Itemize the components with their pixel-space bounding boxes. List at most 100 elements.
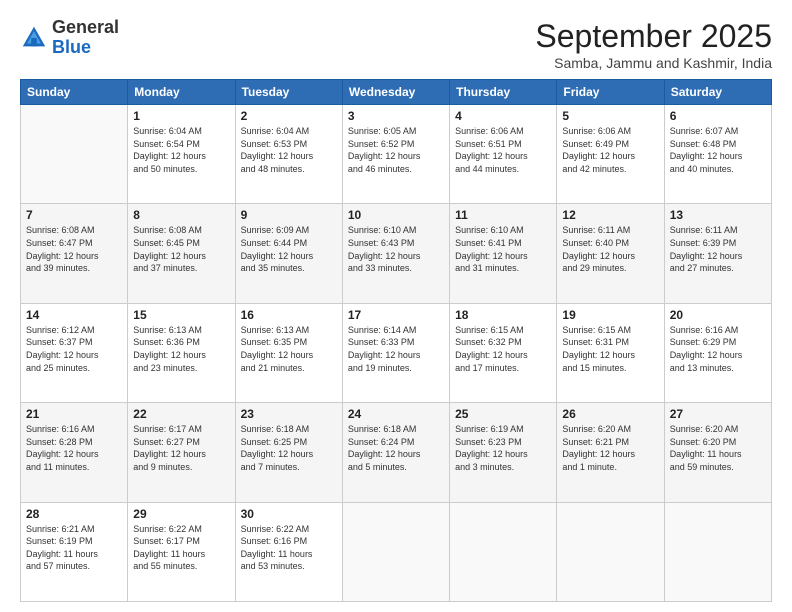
calendar-cell: 30 Sunrise: 6:22 AM Sunset: 6:16 PM Dayli… <box>235 502 342 601</box>
day-number: 23 <box>241 407 337 421</box>
day-number: 21 <box>26 407 122 421</box>
calendar-cell: 5Sunrise: 6:06 AM Sunset: 6:49 PM Daylig… <box>557 105 664 204</box>
day-info: Sunrise: 6:18 AM Sunset: 6:25 PM Dayligh… <box>241 423 337 473</box>
calendar-cell <box>21 105 128 204</box>
day-info: Sunrise: 6:10 AM Sunset: 6:43 PM Dayligh… <box>348 224 444 274</box>
day-number: 19 <box>562 308 658 322</box>
calendar-body: 1 Sunrise: 6:04 AM Sunset: 6:54 PM Daylig… <box>21 105 772 602</box>
calendar-week-row: 1 Sunrise: 6:04 AM Sunset: 6:54 PM Daylig… <box>21 105 772 204</box>
calendar-cell: 29Sunrise: 6:22 AM Sunset: 6:17 PM Dayli… <box>128 502 235 601</box>
day-info: Sunrise: 6:04 AM Sunset: 6:54 PM Dayligh… <box>133 125 229 175</box>
calendar-cell: 13 Sunrise: 6:11 AM Sunset: 6:39 PM Dayli… <box>664 204 771 303</box>
calendar-cell: 28 Sunrise: 6:21 AM Sunset: 6:19 PM Dayli… <box>21 502 128 601</box>
day-info: Sunrise: 6:20 AM Sunset: 6:20 PM Dayligh… <box>670 423 766 473</box>
day-info: Sunrise: 6:13 AM Sunset: 6:36 PM Dayligh… <box>133 324 229 374</box>
calendar-cell <box>450 502 557 601</box>
day-info: Sunrise: 6:18 AM Sunset: 6:24 PM Dayligh… <box>348 423 444 473</box>
day-number: 11 <box>455 208 551 222</box>
calendar-cell: 24 Sunrise: 6:18 AM Sunset: 6:24 PM Dayli… <box>342 403 449 502</box>
weekday-header-cell: Tuesday <box>235 80 342 105</box>
weekday-header-cell: Monday <box>128 80 235 105</box>
day-number: 14 <box>26 308 122 322</box>
calendar-cell: 1 Sunrise: 6:04 AM Sunset: 6:54 PM Daylig… <box>128 105 235 204</box>
calendar-cell <box>342 502 449 601</box>
day-number: 24 <box>348 407 444 421</box>
calendar-cell: 19 Sunrise: 6:15 AM Sunset: 6:31 PM Dayli… <box>557 303 664 402</box>
calendar-week-row: 21Sunrise: 6:16 AM Sunset: 6:28 PM Dayli… <box>21 403 772 502</box>
page: General Blue September 2025 Samba, Jammu… <box>0 0 792 612</box>
calendar-table: SundayMondayTuesdayWednesdayThursdayFrid… <box>20 79 772 602</box>
day-info: Sunrise: 6:22 AM Sunset: 6:17 PM Dayligh… <box>133 523 229 573</box>
calendar-cell <box>557 502 664 601</box>
calendar-cell: 10 Sunrise: 6:10 AM Sunset: 6:43 PM Dayli… <box>342 204 449 303</box>
logo: General Blue <box>20 18 119 58</box>
day-number: 26 <box>562 407 658 421</box>
day-number: 2 <box>241 109 337 123</box>
day-info: Sunrise: 6:21 AM Sunset: 6:19 PM Dayligh… <box>26 523 122 573</box>
calendar-cell: 23 Sunrise: 6:18 AM Sunset: 6:25 PM Dayli… <box>235 403 342 502</box>
day-number: 12 <box>562 208 658 222</box>
day-info: Sunrise: 6:09 AM Sunset: 6:44 PM Dayligh… <box>241 224 337 274</box>
calendar-cell: 7 Sunrise: 6:08 AM Sunset: 6:47 PM Daylig… <box>21 204 128 303</box>
calendar-cell: 6Sunrise: 6:07 AM Sunset: 6:48 PM Daylig… <box>664 105 771 204</box>
location: Samba, Jammu and Kashmir, India <box>535 55 772 71</box>
day-info: Sunrise: 6:12 AM Sunset: 6:37 PM Dayligh… <box>26 324 122 374</box>
calendar-cell: 8Sunrise: 6:08 AM Sunset: 6:45 PM Daylig… <box>128 204 235 303</box>
day-number: 17 <box>348 308 444 322</box>
day-number: 7 <box>26 208 122 222</box>
day-number: 25 <box>455 407 551 421</box>
title-section: September 2025 Samba, Jammu and Kashmir,… <box>535 18 772 71</box>
calendar-cell: 15Sunrise: 6:13 AM Sunset: 6:36 PM Dayli… <box>128 303 235 402</box>
day-info: Sunrise: 6:20 AM Sunset: 6:21 PM Dayligh… <box>562 423 658 473</box>
calendar-cell: 3 Sunrise: 6:05 AM Sunset: 6:52 PM Daylig… <box>342 105 449 204</box>
calendar-cell: 4 Sunrise: 6:06 AM Sunset: 6:51 PM Daylig… <box>450 105 557 204</box>
day-number: 16 <box>241 308 337 322</box>
calendar-cell: 9 Sunrise: 6:09 AM Sunset: 6:44 PM Daylig… <box>235 204 342 303</box>
day-number: 4 <box>455 109 551 123</box>
calendar-week-row: 7 Sunrise: 6:08 AM Sunset: 6:47 PM Daylig… <box>21 204 772 303</box>
month-title: September 2025 <box>535 18 772 55</box>
weekday-header-row: SundayMondayTuesdayWednesdayThursdayFrid… <box>21 80 772 105</box>
day-number: 10 <box>348 208 444 222</box>
calendar-cell: 12Sunrise: 6:11 AM Sunset: 6:40 PM Dayli… <box>557 204 664 303</box>
day-info: Sunrise: 6:22 AM Sunset: 6:16 PM Dayligh… <box>241 523 337 573</box>
day-info: Sunrise: 6:04 AM Sunset: 6:53 PM Dayligh… <box>241 125 337 175</box>
calendar-cell: 16 Sunrise: 6:13 AM Sunset: 6:35 PM Dayli… <box>235 303 342 402</box>
header: General Blue September 2025 Samba, Jammu… <box>20 18 772 71</box>
day-info: Sunrise: 6:16 AM Sunset: 6:29 PM Dayligh… <box>670 324 766 374</box>
day-number: 20 <box>670 308 766 322</box>
weekday-header-cell: Saturday <box>664 80 771 105</box>
calendar-cell: 14 Sunrise: 6:12 AM Sunset: 6:37 PM Dayli… <box>21 303 128 402</box>
weekday-header-cell: Thursday <box>450 80 557 105</box>
day-number: 13 <box>670 208 766 222</box>
day-number: 1 <box>133 109 229 123</box>
day-number: 22 <box>133 407 229 421</box>
day-info: Sunrise: 6:11 AM Sunset: 6:39 PM Dayligh… <box>670 224 766 274</box>
day-info: Sunrise: 6:13 AM Sunset: 6:35 PM Dayligh… <box>241 324 337 374</box>
calendar-week-row: 14 Sunrise: 6:12 AM Sunset: 6:37 PM Dayli… <box>21 303 772 402</box>
logo-icon <box>20 24 48 52</box>
calendar-cell: 17Sunrise: 6:14 AM Sunset: 6:33 PM Dayli… <box>342 303 449 402</box>
logo-general: General <box>52 18 119 38</box>
calendar-week-row: 28 Sunrise: 6:21 AM Sunset: 6:19 PM Dayli… <box>21 502 772 601</box>
calendar-cell: 2 Sunrise: 6:04 AM Sunset: 6:53 PM Daylig… <box>235 105 342 204</box>
day-info: Sunrise: 6:17 AM Sunset: 6:27 PM Dayligh… <box>133 423 229 473</box>
calendar-cell: 27 Sunrise: 6:20 AM Sunset: 6:20 PM Dayli… <box>664 403 771 502</box>
weekday-header-cell: Friday <box>557 80 664 105</box>
day-info: Sunrise: 6:15 AM Sunset: 6:31 PM Dayligh… <box>562 324 658 374</box>
day-info: Sunrise: 6:07 AM Sunset: 6:48 PM Dayligh… <box>670 125 766 175</box>
day-number: 27 <box>670 407 766 421</box>
day-number: 5 <box>562 109 658 123</box>
calendar-cell: 25Sunrise: 6:19 AM Sunset: 6:23 PM Dayli… <box>450 403 557 502</box>
day-number: 30 <box>241 507 337 521</box>
calendar-cell: 18Sunrise: 6:15 AM Sunset: 6:32 PM Dayli… <box>450 303 557 402</box>
calendar-cell: 11Sunrise: 6:10 AM Sunset: 6:41 PM Dayli… <box>450 204 557 303</box>
day-info: Sunrise: 6:06 AM Sunset: 6:51 PM Dayligh… <box>455 125 551 175</box>
day-info: Sunrise: 6:08 AM Sunset: 6:47 PM Dayligh… <box>26 224 122 274</box>
day-number: 18 <box>455 308 551 322</box>
day-info: Sunrise: 6:05 AM Sunset: 6:52 PM Dayligh… <box>348 125 444 175</box>
day-number: 28 <box>26 507 122 521</box>
day-number: 3 <box>348 109 444 123</box>
calendar-cell: 26 Sunrise: 6:20 AM Sunset: 6:21 PM Dayli… <box>557 403 664 502</box>
day-number: 9 <box>241 208 337 222</box>
